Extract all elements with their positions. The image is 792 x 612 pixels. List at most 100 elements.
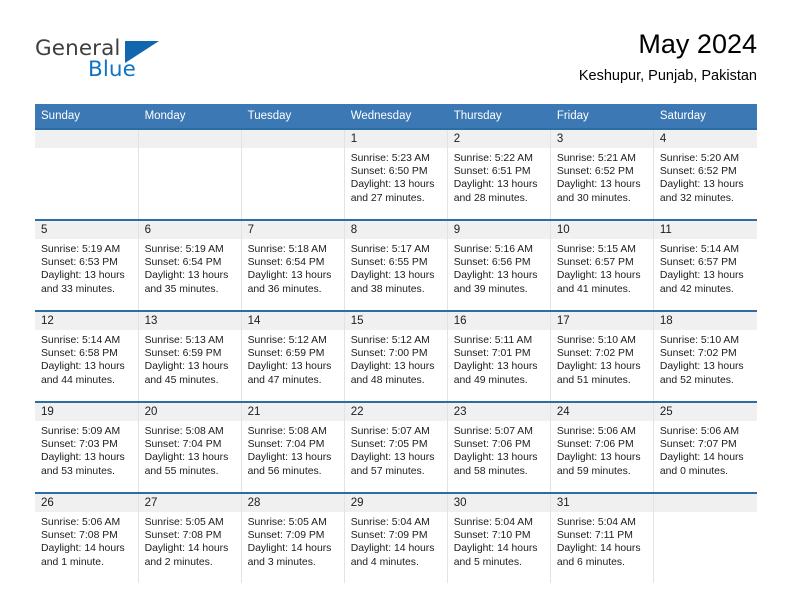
daylight-text-line2: and 4 minutes.: [350, 556, 419, 568]
calendar-day-cell[interactable]: 5 Sunrise: 5:19 AM Sunset: 6:53 PM Daylight…: [35, 219, 139, 311]
calendar-day-cell[interactable]: 17 Sunrise: 5:10 AM Sunset: 7:02 PM Dayligh…: [550, 310, 654, 402]
calendar-day-cell-empty: [653, 492, 757, 583]
sunset-text: Sunset: 6:54 PM: [144, 257, 222, 269]
day-details: [35, 148, 138, 153]
calendar-day-cell[interactable]: 8 Sunrise: 5:17 AM Sunset: 6:55 PM Daylight…: [344, 219, 448, 311]
day-number: 8: [344, 221, 447, 239]
calendar-day-cell[interactable]: 21 Sunrise: 5:08 AM Sunset: 7:04 PM Dayligh…: [241, 401, 345, 493]
sunset-text: Sunset: 6:57 PM: [556, 257, 634, 269]
daylight-text-line1: Daylight: 13 hours: [556, 179, 641, 191]
calendar-day-cell[interactable]: 28 Sunrise: 5:05 AM Sunset: 7:09 PM Dayligh…: [241, 492, 345, 583]
daylight-text-line2: and 49 minutes.: [453, 374, 528, 386]
sunrise-text: Sunrise: 5:17 AM: [350, 244, 430, 255]
calendar-day-cell[interactable]: 16 Sunrise: 5:11 AM Sunset: 7:01 PM Dayligh…: [447, 310, 551, 402]
calendar-day-cell[interactable]: 30 Sunrise: 5:04 AM Sunset: 7:10 PM Dayligh…: [447, 492, 551, 583]
calendar-day-cell[interactable]: 24 Sunrise: 5:06 AM Sunset: 7:06 PM Dayligh…: [550, 401, 654, 493]
calendar-day-cell[interactable]: 6 Sunrise: 5:19 AM Sunset: 6:54 PM Daylight…: [138, 219, 242, 311]
daylight-text-line1: Daylight: 13 hours: [453, 270, 538, 282]
calendar-day-cell[interactable]: 4 Sunrise: 5:20 AM Sunset: 6:52 PM Daylight…: [653, 128, 757, 220]
calendar-day-cell[interactable]: 11 Sunrise: 5:14 AM Sunset: 6:57 PM Dayligh…: [653, 219, 757, 311]
calendar-day-cell[interactable]: 7 Sunrise: 5:18 AM Sunset: 6:54 PM Daylight…: [241, 219, 345, 311]
day-number: 3: [550, 130, 653, 148]
day-number: 6: [138, 221, 241, 239]
calendar-day-cell[interactable]: 25 Sunrise: 5:06 AM Sunset: 7:07 PM Dayligh…: [653, 401, 757, 493]
calendar-day-cell[interactable]: 3 Sunrise: 5:21 AM Sunset: 6:52 PM Daylight…: [550, 128, 654, 220]
day-details: [654, 512, 757, 517]
daylight-text-line2: and 2 minutes.: [144, 556, 213, 568]
sunrise-text: Sunrise: 5:05 AM: [247, 517, 327, 528]
sunrise-text: Sunrise: 5:20 AM: [659, 153, 740, 164]
sunrise-text: Sunrise: 5:10 AM: [659, 335, 740, 346]
day-number: 21: [241, 403, 344, 421]
daylight-text-line1: Daylight: 13 hours: [556, 452, 641, 464]
calendar-day-cell[interactable]: 2 Sunrise: 5:22 AM Sunset: 6:51 PM Daylight…: [447, 128, 551, 220]
sunset-text: Sunset: 6:52 PM: [659, 166, 737, 178]
day-number: 1: [344, 130, 447, 148]
calendar-day-cell[interactable]: 9 Sunrise: 5:16 AM Sunset: 6:56 PM Daylight…: [447, 219, 551, 311]
sunrise-text: Sunrise: 5:19 AM: [144, 244, 224, 255]
sunrise-text: Sunrise: 5:14 AM: [659, 244, 740, 255]
sunset-text: Sunset: 6:54 PM: [247, 257, 325, 269]
sunset-text: Sunset: 7:08 PM: [41, 530, 118, 542]
day-number: 31: [550, 494, 653, 512]
day-number: [138, 130, 241, 148]
sunrise-text: Sunrise: 5:04 AM: [350, 517, 430, 528]
day-details: Sunrise: 5:07 AM Sunset: 7:06 PM Daylight:…: [448, 421, 550, 478]
sunrise-text: Sunrise: 5:08 AM: [144, 426, 224, 437]
daylight-text-line2: and 56 minutes.: [247, 465, 322, 477]
daylight-text-line1: Daylight: 14 hours: [247, 543, 332, 555]
calendar-page: General Blue May 2024 Keshupur, Punjab, …: [0, 0, 792, 612]
calendar-day-cell[interactable]: 29 Sunrise: 5:04 AM Sunset: 7:09 PM Dayligh…: [344, 492, 448, 583]
daylight-text-line2: and 39 minutes.: [453, 283, 528, 295]
calendar-day-cell[interactable]: 20 Sunrise: 5:08 AM Sunset: 7:04 PM Dayligh…: [138, 401, 242, 493]
day-number: 2: [447, 130, 550, 148]
sunrise-text: Sunrise: 5:06 AM: [659, 426, 740, 437]
daylight-text-line2: and 5 minutes.: [453, 556, 522, 568]
daylight-text-line1: Daylight: 13 hours: [659, 361, 744, 373]
calendar-day-cell[interactable]: 10 Sunrise: 5:15 AM Sunset: 6:57 PM Dayligh…: [550, 219, 654, 311]
day-number: 27: [138, 494, 241, 512]
day-details: Sunrise: 5:16 AM Sunset: 6:56 PM Daylight:…: [448, 239, 550, 296]
day-number: 14: [241, 312, 344, 330]
daylight-text-line2: and 52 minutes.: [659, 374, 734, 386]
calendar-day-cell[interactable]: 14 Sunrise: 5:12 AM Sunset: 6:59 PM Dayligh…: [241, 310, 345, 402]
day-details: Sunrise: 5:06 AM Sunset: 7:08 PM Daylight:…: [35, 512, 138, 569]
calendar-table: Sunday Monday Tuesday Wednesday Thursday…: [35, 104, 758, 583]
calendar-day-cell[interactable]: 23 Sunrise: 5:07 AM Sunset: 7:06 PM Dayligh…: [447, 401, 551, 493]
day-details: Sunrise: 5:12 AM Sunset: 7:00 PM Daylight:…: [345, 330, 447, 387]
calendar-day-cell[interactable]: 26 Sunrise: 5:06 AM Sunset: 7:08 PM Dayligh…: [35, 492, 139, 583]
sunrise-text: Sunrise: 5:21 AM: [556, 153, 636, 164]
day-details: Sunrise: 5:04 AM Sunset: 7:10 PM Daylight:…: [448, 512, 550, 569]
calendar-day-cell[interactable]: 15 Sunrise: 5:12 AM Sunset: 7:00 PM Dayligh…: [344, 310, 448, 402]
daylight-text-line1: Daylight: 14 hours: [41, 543, 125, 555]
calendar-day-cell[interactable]: 13 Sunrise: 5:13 AM Sunset: 6:59 PM Dayligh…: [138, 310, 242, 402]
sunset-text: Sunset: 7:00 PM: [350, 348, 428, 360]
day-number: 10: [550, 221, 653, 239]
day-number: 7: [241, 221, 344, 239]
weekday-header-sunday: Sunday: [35, 104, 139, 129]
day-number: 12: [35, 312, 138, 330]
calendar-day-cell[interactable]: 22 Sunrise: 5:07 AM Sunset: 7:05 PM Dayligh…: [344, 401, 448, 493]
sunset-text: Sunset: 7:10 PM: [453, 530, 531, 542]
sunset-text: Sunset: 7:02 PM: [659, 348, 737, 360]
calendar-day-cell[interactable]: 1 Sunrise: 5:23 AM Sunset: 6:50 PM Daylight…: [344, 128, 448, 220]
day-details: Sunrise: 5:14 AM Sunset: 6:58 PM Daylight:…: [35, 330, 138, 387]
sunset-text: Sunset: 6:55 PM: [350, 257, 428, 269]
calendar-day-cell[interactable]: 18 Sunrise: 5:10 AM Sunset: 7:02 PM Dayligh…: [653, 310, 757, 402]
calendar-day-cell[interactable]: 31 Sunrise: 5:04 AM Sunset: 7:11 PM Dayligh…: [550, 492, 654, 583]
calendar-day-cell[interactable]: 12 Sunrise: 5:14 AM Sunset: 6:58 PM Dayligh…: [35, 310, 139, 402]
sunset-text: Sunset: 7:06 PM: [556, 439, 634, 451]
daylight-text-line1: Daylight: 13 hours: [350, 179, 435, 191]
day-details: Sunrise: 5:04 AM Sunset: 7:11 PM Daylight:…: [551, 512, 653, 569]
sunset-text: Sunset: 7:01 PM: [453, 348, 531, 360]
daylight-text-line1: Daylight: 13 hours: [41, 361, 125, 373]
daylight-text-line1: Daylight: 13 hours: [659, 179, 744, 191]
day-details: Sunrise: 5:08 AM Sunset: 7:04 PM Daylight:…: [242, 421, 344, 478]
daylight-text-line2: and 59 minutes.: [556, 465, 631, 477]
calendar-day-cell[interactable]: 27 Sunrise: 5:05 AM Sunset: 7:08 PM Dayligh…: [138, 492, 242, 583]
day-number: 30: [447, 494, 550, 512]
daylight-text-line2: and 3 minutes.: [247, 556, 316, 568]
sunset-text: Sunset: 6:58 PM: [41, 348, 118, 360]
weekday-header-row: Sunday Monday Tuesday Wednesday Thursday…: [35, 104, 758, 129]
calendar-day-cell[interactable]: 19 Sunrise: 5:09 AM Sunset: 7:03 PM Dayligh…: [35, 401, 139, 493]
